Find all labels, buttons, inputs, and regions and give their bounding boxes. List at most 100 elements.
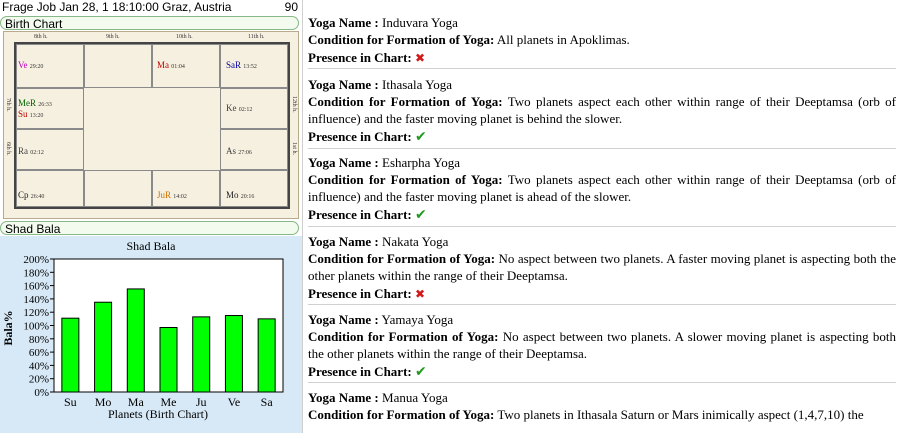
planet-as-deg: 27:06 [238,150,252,156]
presence-label: Presence in Chart: [308,50,412,65]
y-tick-label: 120% [23,307,49,319]
house-label-11: 11th h. [248,34,265,40]
bar-ve [224,315,243,393]
planet-mer: MeR 26:33 [18,98,52,108]
yoga-item: Yoga Name : Manua Yoga Condition for For… [308,389,896,423]
yoga-name-label: Yoga Name : [308,390,379,405]
birth-chart: 8th h. 9th h. 10th h. 11th h. 7th h. 6th… [3,31,299,219]
yoga-name: Nakata Yoga [382,234,449,249]
yoga-item: Yoga Name : Yamaya Yoga Condition for Fo… [308,311,896,381]
planet-mo: Mo 20:16 [226,190,254,200]
planet-ve: Ve 29:20 [18,60,43,70]
presence-label: Presence in Chart: [308,286,412,301]
shad-bala-panel: Shad Bala 0% 20% 40% 60% 80% 100% 120% 140% 160%… [0,236,302,433]
condition-label: Condition for Formation of Yoga: [308,329,499,344]
planet-as: As 27:06 [226,146,252,156]
y-tick-label: 20% [29,374,49,386]
plot-area: 0%20% 40%60%80%100% 120%140%160% 180%200% Su… [23,254,284,409]
check-icon: ✔ [414,207,427,223]
y-tick-label: 100% [23,321,49,333]
condition-label: Condition for Formation of Yoga: [308,251,496,266]
planet-ke-deg: 02:12 [238,107,253,113]
chart-header-title: Frage Job Jan 28, 1 18:10:00 Graz, Austr… [2,0,232,14]
x-tick-label: Ve [228,395,241,409]
y-tick-label: 160% [23,281,49,293]
y-axis-label: Bala% [1,310,15,345]
y-tick-label: 80% [29,334,49,346]
house-label-7: 7th h. [5,98,11,112]
planet-ra-deg: 02:12 [30,150,44,156]
separator-line [308,382,896,383]
bar-su [61,317,80,393]
planet-jur-name: JuR [157,190,172,200]
yoga-name: Ithasala Yoga [382,77,453,92]
house-cell-5 [16,170,84,207]
planet-sar-deg: 13:52 [243,64,257,70]
yoga-item: Yoga Name : Ithasala Yoga Condition for … [308,76,896,146]
check-icon: ✔ [414,129,427,145]
yoga-name-label: Yoga Name : [308,77,379,92]
house-cell-4 [84,170,152,207]
left-pane: Frage Job Jan 28, 1 18:10:00 Graz, Austr… [0,0,302,433]
planet-ve-deg: 29:20 [29,64,44,70]
cross-icon: ✖ [414,51,426,65]
yoga-name: Manua Yoga [382,390,448,405]
planet-as-name: As [226,146,237,156]
separator-line [308,148,896,149]
chart-title: Shad Bala [127,239,177,253]
yoga-condition: All planets in Apoklimas. [496,32,630,47]
planet-ma-deg: 01:04 [171,64,185,70]
chart-header: Frage Job Jan 28, 1 18:10:00 Graz, Austr… [0,0,302,15]
yoga-condition: Two planets in Ithasala Saturn or Mars i… [497,407,864,422]
planet-mo-name: Mo [226,190,239,200]
yoga-name: Yamaya Yoga [381,312,454,327]
cross-icon: ✖ [414,287,426,301]
planet-sar-name: SaR [226,60,242,70]
presence-label: Presence in Chart: [308,207,412,222]
yoga-name-label: Yoga Name : [308,234,379,249]
yoga-item: Yoga Name : Nakata Yoga Condition for Fo… [308,233,896,303]
planet-sar: SaR 13:52 [226,60,257,70]
house-label-9: 9th h. [106,34,120,40]
chart-header-number: 90 [284,0,298,14]
separator-line [308,68,896,69]
planet-mer-name: MeR [18,98,36,108]
planet-ve-name: Ve [18,60,28,70]
house-cell-9 [84,44,152,88]
birth-chart-tab[interactable]: Birth Chart [0,16,299,31]
shad-bala-tab[interactable]: Shad Bala [0,221,299,236]
bar-sa [257,318,276,393]
yoga-name: Induvara Yoga [382,15,458,30]
planet-su-deg: 13:20 [29,113,44,119]
planet-mer-deg: 26:33 [38,102,52,108]
planet-cp-deg: 26:40 [30,194,45,200]
y-tick-label: 140% [23,294,49,306]
planet-ma-name: Ma [157,60,169,70]
separator-line [308,304,896,305]
planet-su: Su 13:20 [18,109,43,119]
condition-label: Condition for Formation of Yoga: [308,172,503,187]
bar-me [159,326,178,393]
y-tick-label: 60% [29,347,49,359]
planet-jur-deg: 14:02 [173,194,187,200]
house-label-12: 12th h. [291,96,297,113]
planet-mo-deg: 20:16 [240,194,255,200]
x-tick-label: Su [64,395,77,409]
house-label-8: 8th h. [34,34,48,40]
yoga-name-label: Yoga Name : [308,155,379,170]
house-label-10: 10th h. [176,34,193,40]
presence-label: Presence in Chart: [308,364,412,379]
planet-cp-name: Cp [18,190,29,200]
planet-ke: Ke 02:12 [226,103,252,113]
yoga-name: Esharpha Yoga [382,155,461,170]
yoga-list: Yoga Name : Induvara Yoga Condition for … [303,0,900,433]
check-icon: ✔ [414,364,427,380]
planet-su-name: Su [18,109,28,119]
condition-label: Condition for Formation of Yoga: [308,94,503,109]
house-cell-2 [220,170,288,207]
planet-ma: Ma 01:04 [157,60,185,70]
bar-ju [192,316,211,393]
y-tick-label: 180% [23,267,49,279]
presence-label: Presence in Chart: [308,129,412,144]
yoga-name-label: Yoga Name : [308,15,379,30]
